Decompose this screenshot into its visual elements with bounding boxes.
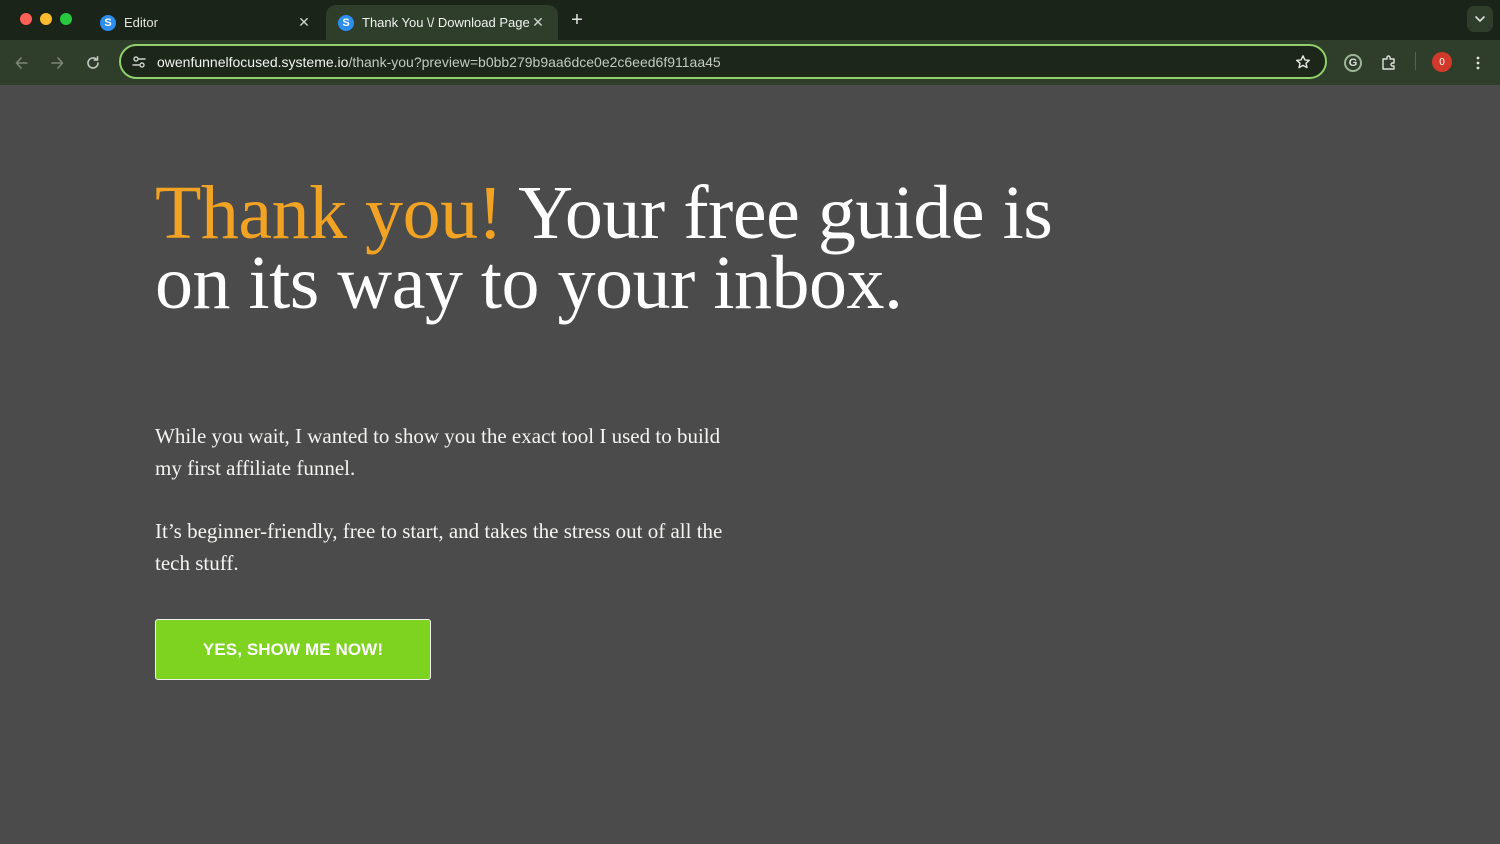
toolbar-divider (1415, 52, 1416, 70)
grammarly-glyph: G (1344, 54, 1362, 72)
new-tab-button[interactable]: + (566, 9, 588, 31)
reload-icon[interactable] (81, 51, 105, 75)
browser-toolbar: owenfunnelfocused.systeme.io/thank-you?p… (0, 40, 1500, 85)
close-tab-icon[interactable]: ✕ (296, 14, 312, 31)
profile-avatar-icon[interactable]: 0 (1432, 52, 1452, 72)
forward-arrow-icon[interactable] (45, 51, 69, 75)
bookmark-star-icon[interactable] (1293, 52, 1313, 72)
url-text[interactable]: owenfunnelfocused.systeme.io/thank-you?p… (157, 54, 1293, 70)
site-settings-icon[interactable] (129, 52, 149, 72)
tab-title: Editor (124, 15, 158, 30)
hero-section: Thank you! Your free guide is on its way… (155, 175, 1055, 321)
tab-title: Thank You \/ Download Page (362, 15, 530, 30)
intro-paragraph: While you wait, I wanted to show you the… (155, 424, 721, 480)
page-headline: Thank you! Your free guide is on its way… (155, 175, 1055, 321)
extensions-puzzle-icon[interactable] (1377, 51, 1401, 75)
benefit-paragraph: It’s beginner-friendly, free to start, a… (155, 519, 723, 575)
grammarly-extension-icon[interactable]: G (1341, 51, 1365, 75)
url-host: owenfunnelfocused.systeme.io (157, 53, 349, 70)
tab-search-chevron-down-icon[interactable] (1467, 6, 1493, 32)
url-path: /thank-you?preview=b0bb279b9aa6dce0e2c6e… (348, 53, 721, 70)
tab-strip: S Editor ✕ S Thank You \/ Download Page … (0, 0, 1500, 40)
address-bar[interactable]: owenfunnelfocused.systeme.io/thank-you?p… (119, 44, 1327, 79)
window-close-button[interactable] (20, 13, 32, 25)
show-me-now-button[interactable]: YES, SHOW ME NOW! (155, 619, 431, 680)
tab-thank-you-download-page[interactable]: S Thank You \/ Download Page ✕ (326, 5, 558, 40)
close-tab-icon[interactable]: ✕ (530, 14, 546, 31)
window-minimize-button[interactable] (40, 13, 52, 25)
systeme-favicon-icon: S (100, 14, 116, 31)
tab-editor[interactable]: S Editor ✕ (88, 5, 324, 40)
systeme-favicon-icon: S (338, 14, 354, 31)
more-options-kebab-icon[interactable] (1466, 51, 1490, 75)
back-arrow-icon[interactable] (10, 51, 34, 75)
window-zoom-button[interactable] (60, 13, 72, 25)
